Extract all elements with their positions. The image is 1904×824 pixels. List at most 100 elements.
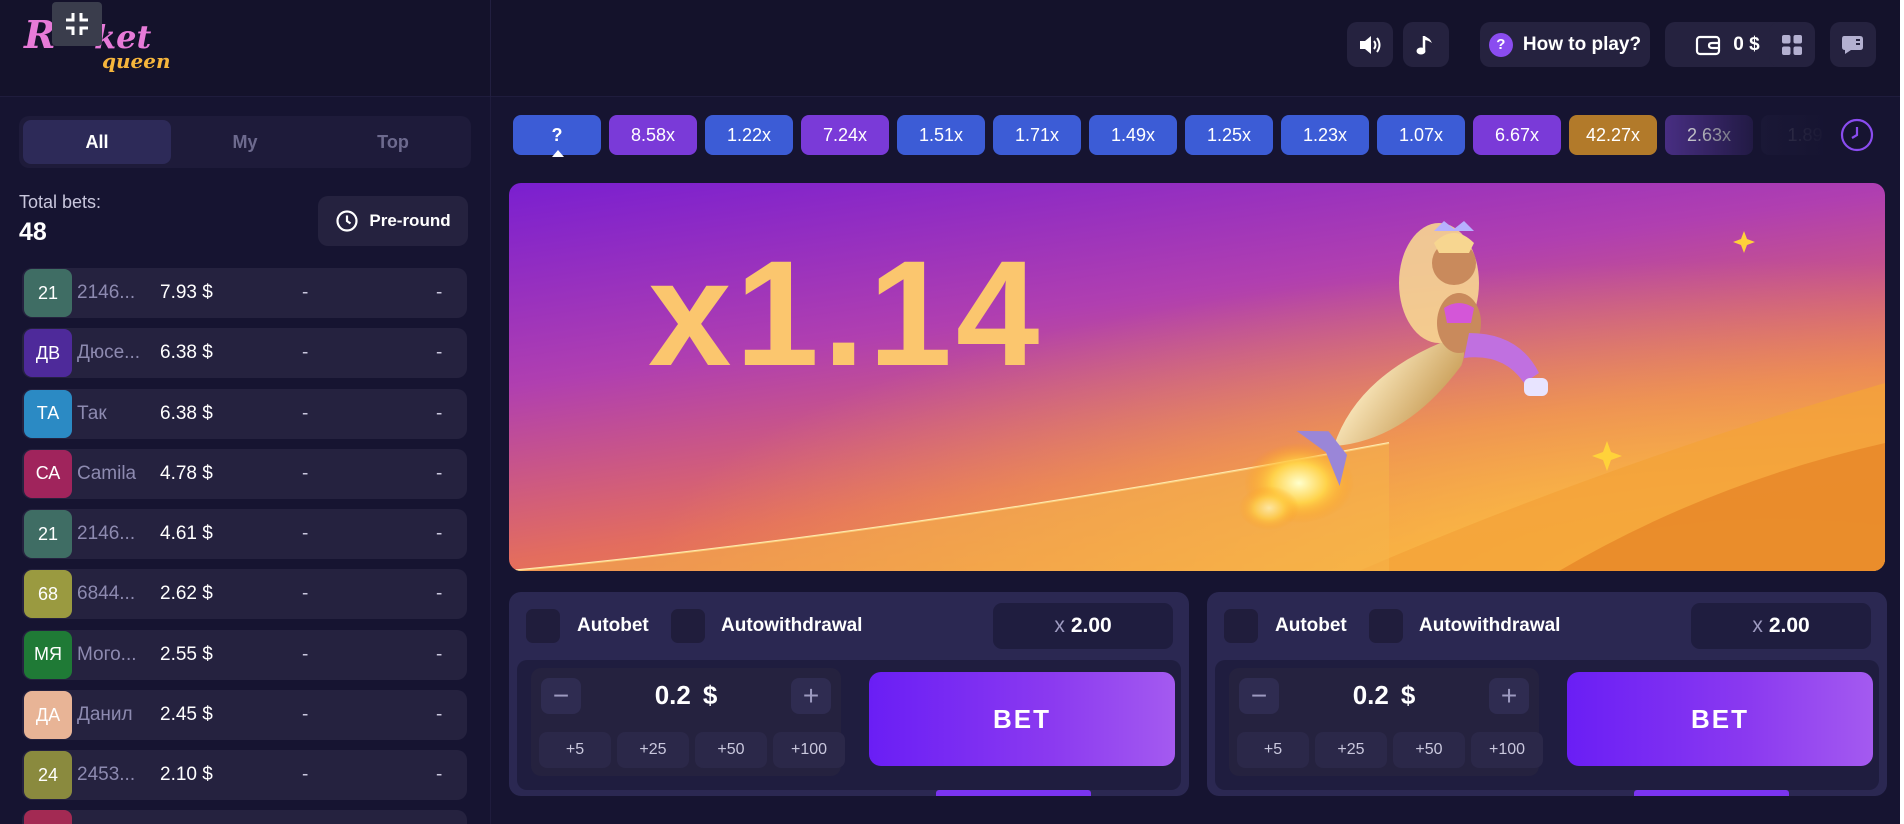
current-round-indicator xyxy=(552,150,564,157)
sidebar-divider xyxy=(490,97,491,824)
increase-stake-button[interactable]: + xyxy=(791,678,831,714)
history-chip[interactable]: 1.51x xyxy=(897,115,985,155)
avatar: ДВ xyxy=(24,329,72,378)
autowithdrawal-label: Autowithdrawal xyxy=(1419,615,1561,636)
collapse-button[interactable] xyxy=(52,2,102,46)
quick-add-button[interactable]: +25 xyxy=(617,732,689,768)
quick-add-button[interactable]: +50 xyxy=(695,732,767,768)
cashout-multiplier: - xyxy=(302,704,309,726)
bet-amount: 2.55 $ xyxy=(160,643,213,665)
win-amount: - xyxy=(436,523,443,545)
how-to-play-button[interactable]: ? How to play? xyxy=(1480,22,1650,67)
bet-row: ДВ Дюсе... 6.38 $ - - xyxy=(22,328,467,379)
bet-row: МЯ Мого... 2.55 $ - - xyxy=(22,629,467,680)
bet-panel: Autobet Autowithdrawal x 2.00−0.2 $ + +5 +25 +50… xyxy=(1207,592,1887,796)
increase-stake-button[interactable]: + xyxy=(1489,678,1529,714)
multiplier-history: ? 8.58x 1.22x 7.24x 1.51x 1.71x 1.49x 1.25x 1.23… xyxy=(513,115,1823,155)
history-chip[interactable]: 1.23x xyxy=(1281,115,1369,155)
music-button[interactable] xyxy=(1403,22,1449,67)
quick-add-button[interactable]: +50 xyxy=(1393,732,1465,768)
clock-icon xyxy=(336,210,358,232)
win-amount: - xyxy=(436,282,443,303)
bet-button-strip xyxy=(1634,790,1789,796)
cashout-multiplier: - xyxy=(302,342,309,364)
how-to-play-label: How to play? xyxy=(1522,33,1642,55)
win-amount: - xyxy=(436,764,443,786)
win-amount: - xyxy=(436,583,443,605)
quick-add-button[interactable]: +100 xyxy=(773,732,845,768)
wallet-icon xyxy=(1696,35,1721,55)
player-name: Дюсе... xyxy=(77,342,141,364)
player-name: Данил xyxy=(77,704,133,726)
bet-controls: −0.2 $ + +5 +25 +50 +100 BET xyxy=(517,660,1181,790)
autowithdrawal-checkbox[interactable] xyxy=(671,609,705,643)
quick-add-button[interactable]: +5 xyxy=(1237,732,1309,768)
avatar: ДА xyxy=(24,691,72,740)
bet-row: 21 2146... 7.93 $ - - xyxy=(22,268,467,318)
topbar-divider xyxy=(490,0,491,97)
bet-row: 24 2453... 2.10 $ - - xyxy=(22,750,467,801)
tab-all[interactable]: All xyxy=(23,120,171,164)
preround-button[interactable]: Pre-round xyxy=(318,196,468,246)
history-fade xyxy=(1660,112,1830,158)
history-chip[interactable]: 6.67x xyxy=(1473,115,1561,155)
cashout-multiplier: - xyxy=(302,643,309,665)
sound-icon xyxy=(1360,35,1381,54)
tab-top[interactable]: Top xyxy=(319,120,467,164)
history-chip[interactable]: 1.07x xyxy=(1377,115,1465,155)
avatar: ТА xyxy=(24,389,72,438)
bet-amount: 6.38 $ xyxy=(160,402,213,424)
autowithdrawal-multiplier-input[interactable]: x 2.00 xyxy=(1691,603,1871,649)
stake-value: 0.2 xyxy=(1352,679,1389,710)
autowithdrawal-checkbox[interactable] xyxy=(1369,609,1403,643)
avatar: МЯ xyxy=(24,630,72,679)
multiplier-value: 2.00 xyxy=(1768,614,1810,637)
total-bets-value: 48 xyxy=(19,218,47,246)
history-chip[interactable]: 1.49x xyxy=(1089,115,1177,155)
avatar: СА xyxy=(24,449,72,498)
player-name: Так xyxy=(77,402,107,424)
player-name: 2146... xyxy=(77,523,136,545)
chat-button[interactable] xyxy=(1830,22,1876,67)
cashout-multiplier: - xyxy=(302,583,309,605)
autowithdrawal-multiplier-input[interactable]: x 2.00 xyxy=(993,603,1173,649)
player-name: 2453... xyxy=(77,764,136,786)
multiplier-prefix: x xyxy=(1054,614,1065,637)
history-button[interactable] xyxy=(1839,117,1875,153)
history-chip[interactable]: 1.71x xyxy=(993,115,1081,155)
bet-amount: 2.45 $ xyxy=(160,704,213,726)
stake-value: 0.2 xyxy=(654,679,691,710)
quick-add-button[interactable]: +25 xyxy=(1315,732,1387,768)
history-chip[interactable]: ? xyxy=(513,115,601,155)
avatar: 21 xyxy=(24,510,72,559)
history-chip[interactable]: 42.27x xyxy=(1569,115,1657,155)
history-chip[interactable]: 8.58x xyxy=(609,115,697,155)
bet-row: 21 2146... 4.61 $ - - xyxy=(22,509,467,560)
history-chip[interactable]: 1.22x xyxy=(705,115,793,155)
autobet-label: Autobet xyxy=(1275,615,1347,636)
current-multiplier: x1.14 xyxy=(648,229,1044,397)
question-icon: ? xyxy=(1488,32,1513,57)
menu-button[interactable] xyxy=(1769,22,1815,67)
quick-add-button[interactable]: +100 xyxy=(1471,732,1543,768)
quick-add-button[interactable]: +5 xyxy=(539,732,611,768)
history-clock-icon xyxy=(1840,118,1874,152)
svg-text:queen: queen xyxy=(102,49,171,73)
currency-symbol: $ xyxy=(1400,679,1416,710)
tab-my[interactable]: My xyxy=(171,120,319,164)
autobet-checkbox[interactable] xyxy=(1224,609,1258,643)
history-chip[interactable]: 7.24x xyxy=(801,115,889,155)
cashout-multiplier: - xyxy=(302,402,309,424)
bet-button[interactable]: BET xyxy=(869,672,1175,766)
preround-label: Pre-round xyxy=(369,211,451,230)
autobet-checkbox[interactable] xyxy=(526,609,560,643)
bet-button[interactable]: BET xyxy=(1567,672,1873,766)
multiplier-value: 2.00 xyxy=(1070,614,1112,637)
avatar: 24 xyxy=(24,751,72,800)
player-name: 2146... xyxy=(77,282,136,303)
history-chip[interactable]: 1.25x xyxy=(1185,115,1273,155)
cashout-multiplier: - xyxy=(302,282,309,303)
bet-amount: 2.10 $ xyxy=(160,764,213,786)
sound-button[interactable] xyxy=(1347,22,1393,67)
collapse-icon xyxy=(66,13,88,35)
